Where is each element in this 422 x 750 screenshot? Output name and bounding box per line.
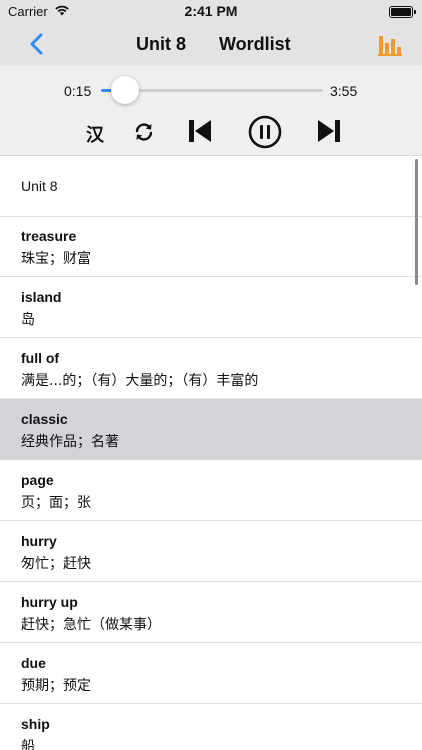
total-time: 3:55 bbox=[330, 83, 358, 99]
meaning-text: 页；面；张 bbox=[21, 495, 91, 511]
list-item[interactable]: page 页；面；张 bbox=[0, 460, 422, 521]
meaning-text: 珠宝；财富 bbox=[21, 251, 91, 267]
battery-icon bbox=[389, 6, 416, 18]
back-chevron-icon[interactable] bbox=[26, 32, 50, 56]
meaning-text: 赶快；急忙（做某事） bbox=[21, 617, 161, 633]
word-text: hurry bbox=[21, 533, 57, 549]
current-time: 0:15 bbox=[64, 83, 92, 99]
list-item[interactable]: treasure 珠宝；财富 bbox=[0, 216, 422, 277]
repeat-icon[interactable] bbox=[133, 121, 155, 143]
list-item[interactable]: hurry 匆忙；赶快 bbox=[0, 521, 422, 582]
word-text: page bbox=[21, 472, 54, 488]
list-item[interactable]: classic 经典作品；名著 bbox=[0, 399, 422, 460]
word-text: island bbox=[21, 289, 62, 305]
word-list: Unit 8 treasure 珠宝；财富 island 岛 full of 满… bbox=[0, 155, 422, 750]
meaning-text: 满是...的；（有）大量的；（有）丰富的 bbox=[21, 373, 259, 389]
list-header: Unit 8 bbox=[0, 155, 422, 217]
progress-knob[interactable] bbox=[111, 76, 140, 104]
navigation-bar: Unit 8 Wordlist bbox=[0, 22, 422, 66]
previous-icon[interactable] bbox=[187, 118, 213, 144]
translate-toggle-button[interactable]: 汉 bbox=[83, 121, 107, 151]
word-text: due bbox=[21, 655, 46, 671]
meaning-text: 预期；预定 bbox=[21, 678, 91, 694]
list-item[interactable]: ship 船 bbox=[0, 704, 422, 750]
word-text: full of bbox=[21, 350, 60, 366]
audio-player: 0:15 3:55 汉 bbox=[0, 66, 422, 156]
list-item[interactable]: hurry up 赶快；急忙（做某事） bbox=[0, 582, 422, 643]
pause-icon[interactable] bbox=[248, 115, 282, 149]
next-icon[interactable] bbox=[316, 118, 342, 144]
meaning-text: 船 bbox=[21, 739, 35, 750]
clock: 2:41 PM bbox=[184, 3, 238, 19]
word-text: treasure bbox=[21, 228, 77, 244]
unit-title: Unit 8 bbox=[136, 34, 187, 54]
word-text: ship bbox=[21, 716, 50, 732]
bar-chart-icon[interactable] bbox=[378, 34, 402, 56]
list-item[interactable]: island 岛 bbox=[0, 277, 422, 338]
word-text: classic bbox=[21, 411, 68, 427]
meaning-text: 经典作品；名著 bbox=[21, 434, 119, 450]
word-text: hurry up bbox=[21, 594, 78, 610]
status-bar: Carrier 2:41 PM bbox=[0, 0, 422, 22]
list-header-title: Unit 8 bbox=[21, 178, 58, 194]
meaning-text: 岛 bbox=[21, 312, 35, 328]
list-item[interactable]: full of 满是...的；（有）大量的；（有）丰富的 bbox=[0, 338, 422, 399]
list-scrollbar[interactable] bbox=[415, 159, 418, 285]
meaning-text: 匆忙；赶快 bbox=[21, 556, 91, 572]
wordlist-title: Wordlist bbox=[219, 34, 291, 54]
list-item[interactable]: due 预期；预定 bbox=[0, 643, 422, 704]
